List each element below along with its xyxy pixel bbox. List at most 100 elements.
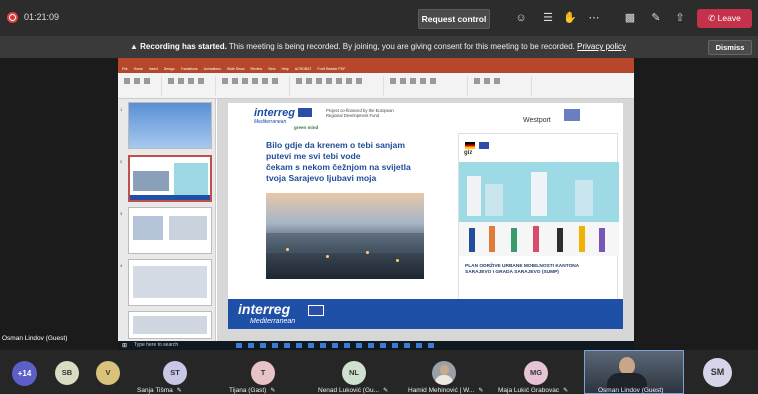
ppt-ribbon-tabs: File Home Insert Design Transitions Anim… <box>118 66 634 73</box>
current-slide: interreg Mediterranean green mind Projec… <box>228 103 623 329</box>
participant-name-text: Maja Lukić Grabovac <box>498 387 560 394</box>
mic-off-icon: ✎ <box>383 388 389 394</box>
recording-title: Recording has started. <box>140 42 227 51</box>
green-mind-label: green mind <box>294 125 319 130</box>
ppt-tab: Insert <box>148 67 158 71</box>
sarajevo-city-photo <box>266 193 424 279</box>
mic-off-icon: ✎ <box>563 388 569 394</box>
recording-message: This meeting is being recorded. By joini… <box>228 42 575 51</box>
meeting-topbar: 01:21:09 Request control ☺ ☰ ✋ ⋯ ▩ ✎ ⇧ ✆… <box>0 0 758 36</box>
windows-taskbar: ⊞ Type here to search <box>118 341 634 350</box>
share-icon[interactable]: ⇧ <box>672 10 688 26</box>
dismiss-button[interactable]: Dismiss <box>708 40 752 55</box>
participants-icon[interactable]: ☺ <box>513 10 529 26</box>
slide-thumbnail[interactable] <box>128 259 212 306</box>
mediterranean-footer-label: Mediterranean <box>250 318 296 325</box>
eu-flag-footer-icon <box>308 305 324 316</box>
ppt-tab: Review <box>250 67 262 71</box>
pedestrian-illustration <box>459 222 619 256</box>
participant-avatar[interactable]: T <box>251 361 275 385</box>
more-icon[interactable]: ⋯ <box>586 10 602 26</box>
warning-icon: ▲ <box>130 42 138 51</box>
slide-footer-band: interreg Mediterranean <box>228 299 623 329</box>
slide-thumbnail[interactable] <box>128 207 212 254</box>
taskbar-apps <box>236 343 436 348</box>
recording-icon <box>7 12 18 23</box>
sump-cover-image: giz PLAN ODRŽIVE URBANE MOBILNOSTI KANTO… <box>458 133 619 323</box>
leave-label: Leave <box>717 13 741 23</box>
poem-line: tvoja Sarajevo ljubavi moja <box>266 173 377 183</box>
privacy-policy-link[interactable]: Privacy policy <box>577 42 626 51</box>
recording-banner: ▲ Recording has started. This meeting is… <box>0 36 758 58</box>
participant-name-text: Tijana (Gast) <box>229 387 267 394</box>
westport-logo: Westport <box>523 117 551 124</box>
eu-flag-icon <box>298 108 312 117</box>
participant-name: Maja Lukić Grabovac ✎ <box>498 387 568 394</box>
poem-line: čekam s nekom čežnjom na svijetla <box>266 162 411 172</box>
mic-off-icon[interactable]: ✎ <box>648 10 664 26</box>
mic-off-icon: ✎ <box>478 388 484 394</box>
ppt-tab: View <box>267 67 276 71</box>
chat-icon[interactable]: ☰ <box>540 10 556 26</box>
ppt-tab: Slide Show <box>226 67 245 71</box>
participant-name: Hamid Mehinović | W... ✎ <box>408 387 483 394</box>
participant-avatar[interactable]: MG <box>524 361 548 385</box>
meeting-timer: 01:21:09 <box>24 12 60 22</box>
ppt-tab: Transitions <box>180 67 198 71</box>
participant-name: Tijana (Gast) ✎ <box>229 387 275 394</box>
camera-off-icon[interactable]: ▩ <box>622 10 638 26</box>
slide-thumbnail[interactable] <box>128 155 212 202</box>
ppt-tab: File <box>122 67 128 71</box>
participant-name: Nenad Luković (Gu... ✎ <box>318 387 388 394</box>
funding-text: Project co-financed by the European Regi… <box>326 108 394 118</box>
bih-flag-icon <box>479 142 489 149</box>
slide-editor: interreg Mediterranean green mind Projec… <box>217 99 634 341</box>
ppt-ribbon <box>118 73 634 99</box>
city-illustration <box>459 162 619 222</box>
mic-off-icon: ✎ <box>176 388 182 394</box>
raise-hand-icon[interactable]: ✋ <box>562 10 578 26</box>
more-participants-button[interactable]: +14 <box>12 361 37 386</box>
participant-avatar[interactable]: NL <box>342 361 366 385</box>
ppt-titlebar <box>118 58 634 66</box>
plan-title: SARAJEVO I GRADA SARAJEVO (SUMP) <box>465 270 559 275</box>
presenter-label: Osman Lindov (Guest) <box>2 335 68 342</box>
giz-logo-top: giz <box>464 150 473 156</box>
participant-name-text: Osman Lindov (Guest) <box>598 387 664 394</box>
participant-name: Sanja Tišma ✎ <box>137 387 182 394</box>
ppt-tab: Animations <box>203 67 221 71</box>
taskbar-search[interactable]: Type here to search <box>134 342 178 348</box>
request-control-button[interactable]: Request control <box>418 9 490 29</box>
poem-line: Bilo gdje da krenem o tebi sanjam <box>266 140 405 150</box>
ppt-tab: Help <box>281 67 289 71</box>
interreg-logo: interreg <box>254 107 295 119</box>
participant-name-text: Nenad Luković (Gu... <box>318 387 380 394</box>
participant-avatar[interactable]: SB <box>55 361 79 385</box>
slide-thumbnail[interactable] <box>128 102 212 149</box>
ppt-tab: Foxit Reader PDF <box>317 67 346 71</box>
slide-thumbnail[interactable] <box>128 311 212 339</box>
participant-name: Osman Lindov (Guest) <box>598 387 663 394</box>
participant-photo-avatar[interactable] <box>432 361 456 385</box>
participant-name-text: Sanja Tišma <box>137 387 173 394</box>
shared-screen: File Home Insert Design Transitions Anim… <box>118 58 634 348</box>
participant-name-text: Hamid Mehinović | W... <box>408 387 475 394</box>
leave-button[interactable]: ✆ Leave <box>697 9 752 28</box>
poem-text: Bilo gdje da krenem o tebi sanjam putevi… <box>266 140 466 184</box>
mediterranean-label: Mediterranean <box>254 119 287 125</box>
participant-avatar[interactable]: ST <box>163 361 187 385</box>
ppt-tab: Home <box>133 67 143 71</box>
interreg-footer-logo: interreg <box>238 301 291 317</box>
recording-banner-text: ▲ Recording has started. This meeting is… <box>130 42 626 51</box>
windows-start-icon[interactable]: ⊞ <box>122 342 127 349</box>
participant-avatar[interactable]: V <box>96 361 120 385</box>
ppt-tab: ACROBAT <box>294 67 312 71</box>
slide-thumbnails: 1 2 3 4 <box>118 99 216 341</box>
germany-flag-icon <box>465 142 475 149</box>
participant-avatar[interactable]: SM <box>703 358 732 387</box>
sarajevo-emblem-icon <box>564 109 580 121</box>
mic-off-icon: ✎ <box>270 388 276 394</box>
ppt-tab: Design <box>163 67 175 71</box>
phone-icon: ✆ <box>708 13 716 23</box>
poem-line: putevi me svi tebi vode <box>266 151 361 161</box>
